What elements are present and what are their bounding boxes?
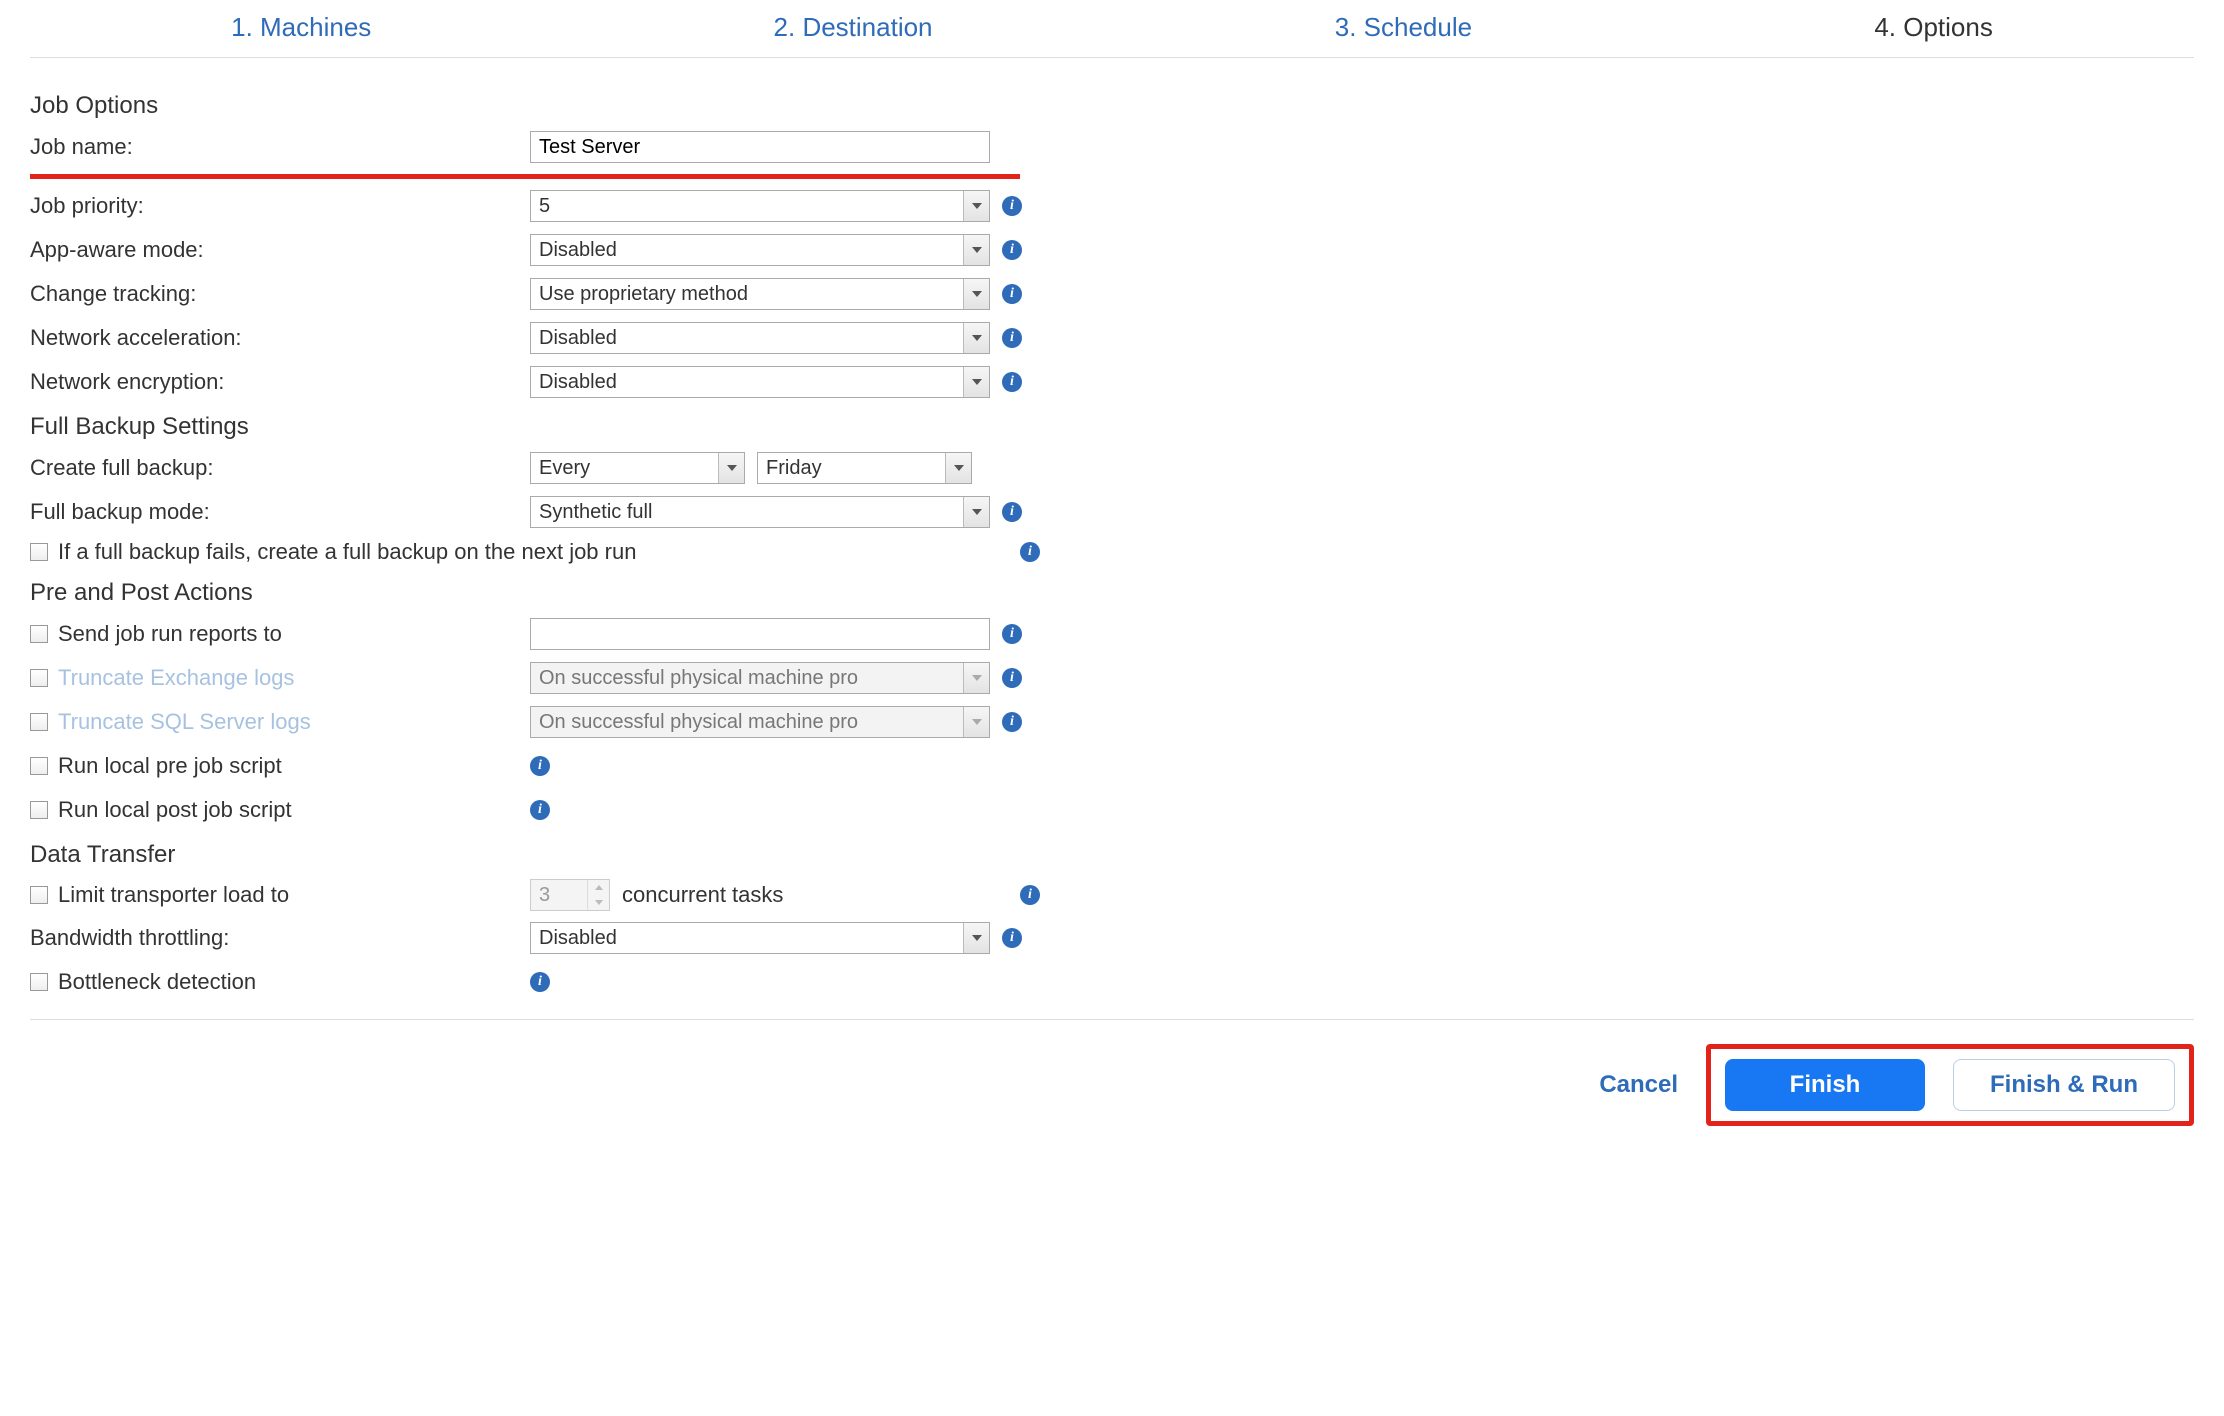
- create-full-backup-label: Create full backup:: [30, 455, 530, 481]
- spinner-up-icon: [588, 880, 609, 895]
- full-backup-mode-select[interactable]: Synthetic full: [530, 496, 990, 528]
- section-job-options: Job Options: [30, 92, 1370, 120]
- send-reports-input[interactable]: [530, 618, 990, 650]
- step-schedule[interactable]: 3. Schedule: [1335, 12, 1472, 43]
- fail-retry-label: If a full backup fails, create a full ba…: [58, 539, 636, 565]
- info-icon[interactable]: [1002, 712, 1022, 732]
- info-icon[interactable]: [1002, 624, 1022, 644]
- job-priority-select[interactable]: 5: [530, 190, 990, 222]
- info-icon[interactable]: [1002, 668, 1022, 688]
- pre-script-checkbox[interactable]: [30, 757, 48, 775]
- info-icon[interactable]: [530, 972, 550, 992]
- chevron-down-icon: [718, 453, 744, 483]
- limit-transporter-label: Limit transporter load to: [58, 882, 289, 908]
- footer: Cancel Finish Finish & Run: [0, 1020, 2224, 1150]
- job-name-label: Job name:: [30, 134, 530, 160]
- chevron-down-icon: [963, 323, 989, 353]
- truncate-sql-value: On successful physical machine pro: [531, 707, 963, 737]
- finish-button[interactable]: Finish: [1725, 1059, 1925, 1111]
- job-priority-label: Job priority:: [30, 193, 530, 219]
- limit-transporter-suffix: concurrent tasks: [622, 882, 783, 908]
- limit-transporter-value: 3: [531, 880, 587, 910]
- step-options[interactable]: 4. Options: [1874, 12, 1993, 43]
- truncate-exchange-label: Truncate Exchange logs: [58, 665, 294, 691]
- info-icon[interactable]: [1002, 372, 1022, 392]
- full-backup-freq-select[interactable]: Every: [530, 452, 745, 484]
- options-form: Job Options Job name: Job priority: 5 Ap…: [0, 58, 1400, 999]
- finish-buttons-highlight: Finish Finish & Run: [1706, 1044, 2194, 1126]
- change-tracking-value: Use proprietary method: [531, 279, 963, 309]
- chevron-down-icon: [963, 707, 989, 737]
- truncate-sql-label: Truncate SQL Server logs: [58, 709, 311, 735]
- send-reports-label: Send job run reports to: [58, 621, 282, 647]
- wizard-steps: 1. Machines 2. Destination 3. Schedule 4…: [30, 0, 2194, 58]
- bottleneck-checkbox[interactable]: [30, 973, 48, 991]
- chevron-down-icon: [945, 453, 971, 483]
- step-machines[interactable]: 1. Machines: [231, 12, 371, 43]
- truncate-exchange-select: On successful physical machine pro: [530, 662, 990, 694]
- chevron-down-icon: [963, 279, 989, 309]
- bandwidth-label: Bandwidth throttling:: [30, 925, 530, 951]
- chevron-down-icon: [963, 923, 989, 953]
- chevron-down-icon: [963, 235, 989, 265]
- app-aware-value: Disabled: [531, 235, 963, 265]
- truncate-sql-select: On successful physical machine pro: [530, 706, 990, 738]
- truncate-exchange-checkbox[interactable]: [30, 669, 48, 687]
- bandwidth-value: Disabled: [531, 923, 963, 953]
- chevron-down-icon: [963, 367, 989, 397]
- job-name-input[interactable]: [530, 131, 990, 163]
- chevron-down-icon: [963, 497, 989, 527]
- bottleneck-label: Bottleneck detection: [58, 969, 256, 995]
- net-enc-label: Network encryption:: [30, 369, 530, 395]
- change-tracking-select[interactable]: Use proprietary method: [530, 278, 990, 310]
- limit-transporter-checkbox[interactable]: [30, 886, 48, 904]
- net-accel-value: Disabled: [531, 323, 963, 353]
- cancel-button[interactable]: Cancel: [1599, 1071, 1678, 1099]
- net-accel-select[interactable]: Disabled: [530, 322, 990, 354]
- app-aware-select[interactable]: Disabled: [530, 234, 990, 266]
- net-enc-value: Disabled: [531, 367, 963, 397]
- bandwidth-select[interactable]: Disabled: [530, 922, 990, 954]
- truncate-exchange-value: On successful physical machine pro: [531, 663, 963, 693]
- step-destination[interactable]: 2. Destination: [774, 12, 933, 43]
- spinner-down-icon: [588, 895, 609, 910]
- info-icon[interactable]: [1020, 542, 1040, 562]
- full-backup-day-select[interactable]: Friday: [757, 452, 972, 484]
- full-backup-freq-value: Every: [531, 453, 718, 483]
- app-aware-label: App-aware mode:: [30, 237, 530, 263]
- net-enc-select[interactable]: Disabled: [530, 366, 990, 398]
- finish-run-button[interactable]: Finish & Run: [1953, 1059, 2175, 1111]
- pre-script-label: Run local pre job script: [58, 753, 282, 779]
- net-accel-label: Network acceleration:: [30, 325, 530, 351]
- full-backup-mode-label: Full backup mode:: [30, 499, 530, 525]
- section-full-backup: Full Backup Settings: [30, 413, 1370, 441]
- full-backup-day-value: Friday: [758, 453, 945, 483]
- send-reports-checkbox[interactable]: [30, 625, 48, 643]
- section-pre-post: Pre and Post Actions: [30, 579, 1370, 607]
- info-icon[interactable]: [1002, 328, 1022, 348]
- info-icon[interactable]: [1002, 928, 1022, 948]
- job-priority-value: 5: [531, 191, 963, 221]
- info-icon[interactable]: [1002, 502, 1022, 522]
- chevron-down-icon: [963, 191, 989, 221]
- section-data-transfer: Data Transfer: [30, 841, 1370, 869]
- highlight-line: [30, 174, 1020, 179]
- post-script-label: Run local post job script: [58, 797, 292, 823]
- info-icon[interactable]: [530, 756, 550, 776]
- post-script-checkbox[interactable]: [30, 801, 48, 819]
- limit-transporter-spinner[interactable]: 3: [530, 879, 610, 911]
- info-icon[interactable]: [1020, 885, 1040, 905]
- chevron-down-icon: [963, 663, 989, 693]
- info-icon[interactable]: [1002, 240, 1022, 260]
- full-backup-mode-value: Synthetic full: [531, 497, 963, 527]
- truncate-sql-checkbox[interactable]: [30, 713, 48, 731]
- info-icon[interactable]: [530, 800, 550, 820]
- fail-retry-checkbox[interactable]: [30, 543, 48, 561]
- info-icon[interactable]: [1002, 284, 1022, 304]
- change-tracking-label: Change tracking:: [30, 281, 530, 307]
- info-icon[interactable]: [1002, 196, 1022, 216]
